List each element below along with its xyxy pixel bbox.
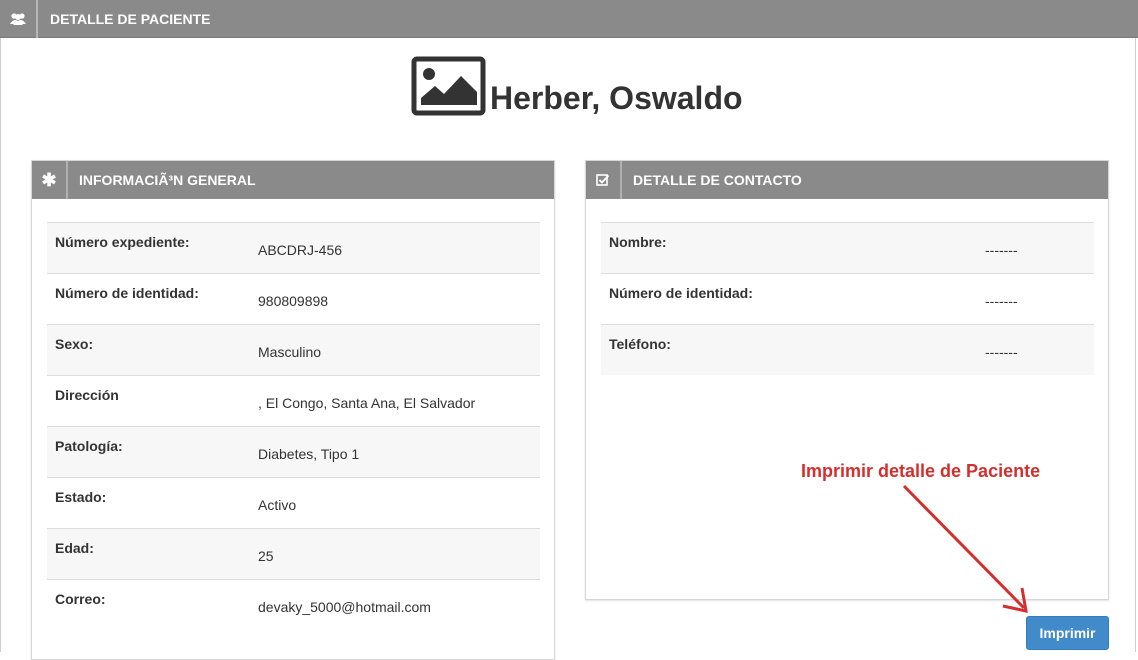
checkbox-icon — [586, 161, 622, 199]
print-button[interactable]: Imprimir — [1026, 616, 1109, 650]
contact-header: DETALLE DE CONTACTO — [586, 161, 1108, 199]
row-value: devaky_5000@hotmail.com — [258, 599, 431, 615]
row-label: Dirección — [55, 387, 119, 403]
row-label: Estado: — [55, 489, 107, 505]
row-label: Sexo: — [55, 336, 94, 352]
row-label: Número de identidad: — [55, 285, 199, 301]
table-row: Sexo: Masculino — [47, 324, 540, 375]
row-value: ------- — [985, 242, 1018, 258]
table-row: Dirección , El Congo, Santa Ana, El Salv… — [47, 375, 540, 426]
general-info-panel: ✱ INFORMACIÃ³N GENERAL Número expediente… — [31, 160, 555, 660]
table-row: Estado: Activo — [47, 477, 540, 528]
image-placeholder-icon — [411, 56, 486, 116]
table-row: Número expediente: ABCDRJ-456 — [47, 222, 540, 273]
general-info-header: ✱ INFORMACIÃ³N GENERAL — [32, 161, 554, 199]
table-row: Número de identidad: ------- — [601, 273, 1094, 324]
general-info-title: INFORMACIÃ³N GENERAL — [79, 172, 256, 188]
page-title: DETALLE DE PACIENTE — [50, 11, 211, 27]
table-row: Nombre: ------- — [601, 222, 1094, 273]
row-label: Número expediente: — [55, 234, 190, 250]
row-label: Número de identidad: — [609, 285, 753, 301]
row-value: , El Congo, Santa Ana, El Salvador — [258, 395, 476, 411]
row-value: Activo — [258, 497, 297, 513]
table-row: Número de identidad: 980809898 — [47, 273, 540, 324]
row-label: Patología: — [55, 438, 123, 454]
patient-name: Herber, Oswaldo — [490, 80, 743, 116]
row-value: 25 — [258, 548, 274, 564]
page-header: DETALLE DE PACIENTE — [0, 0, 1138, 38]
contact-title: DETALLE DE CONTACTO — [633, 172, 802, 188]
row-label: Edad: — [55, 540, 94, 556]
contact-panel: DETALLE DE CONTACTO Nombre: ------- Núme… — [585, 160, 1109, 600]
row-label: Nombre: — [609, 234, 667, 250]
table-row: Patología: Diabetes, Tipo 1 — [47, 426, 540, 477]
row-value: 980809898 — [258, 293, 329, 309]
row-label: Teléfono: — [609, 336, 671, 352]
row-value: ------- — [985, 293, 1018, 309]
row-label: Correo: — [55, 591, 106, 607]
asterisk-icon: ✱ — [32, 161, 68, 199]
table-row: Correo: devaky_5000@hotmail.com — [47, 579, 540, 630]
table-row: Teléfono: ------- — [601, 324, 1094, 375]
table-row: Edad: 25 — [47, 528, 540, 579]
row-value: ------- — [985, 344, 1018, 360]
print-annotation: Imprimir detalle de Paciente — [801, 461, 1041, 481]
row-value: Masculino — [258, 344, 322, 360]
row-value: ABCDRJ-456 — [258, 242, 343, 258]
users-icon — [0, 0, 38, 38]
row-value: Diabetes, Tipo 1 — [258, 446, 360, 462]
